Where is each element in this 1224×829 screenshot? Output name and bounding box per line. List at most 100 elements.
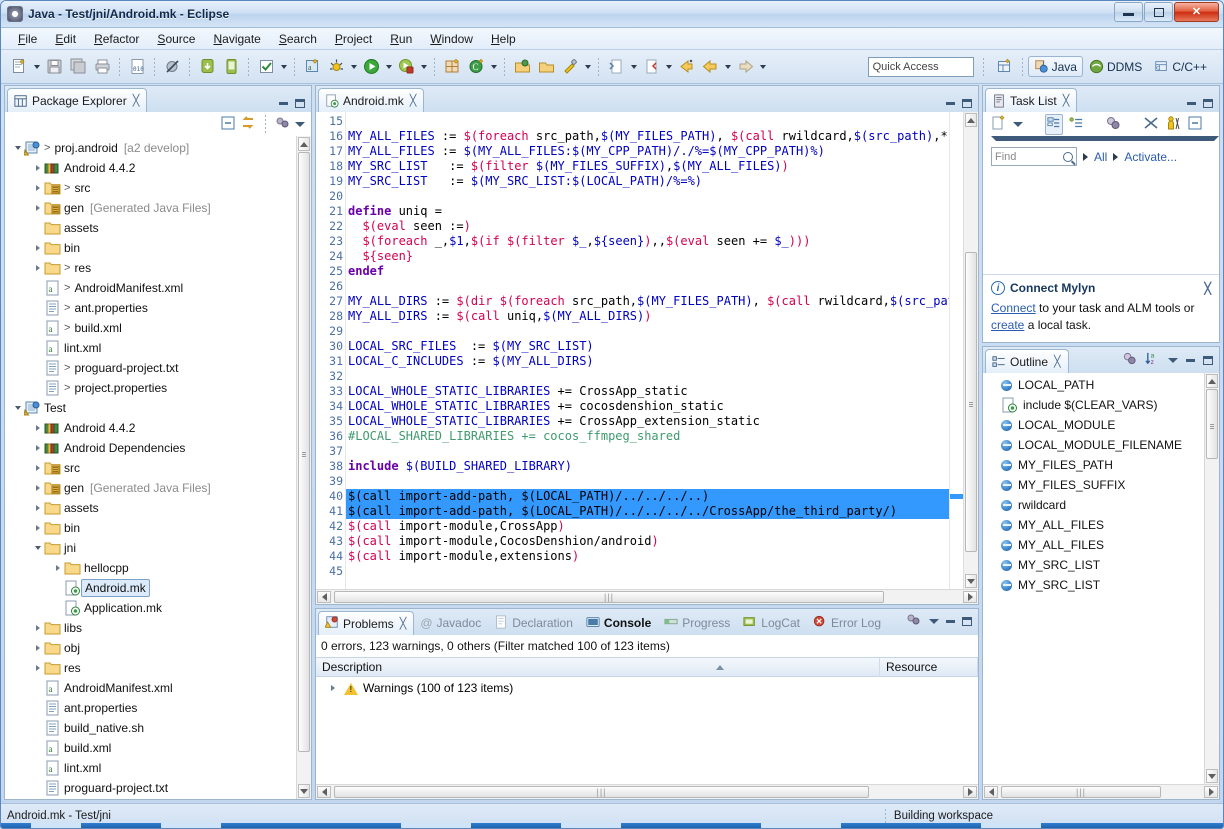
tree-item-assets[interactable]: assets: [5, 218, 311, 238]
tab-android-mk[interactable]: Android.mk ╳: [318, 88, 424, 112]
scroll-thumb[interactable]: |||: [1001, 786, 1161, 798]
scroll-down-icon[interactable]: [1206, 769, 1218, 783]
menu-project[interactable]: Project: [326, 30, 381, 48]
code-line[interactable]: MY_SRC_LIST := $(filter $(MY_FILES_SUFFI…: [346, 159, 949, 174]
menu-navigate[interactable]: Navigate: [204, 30, 269, 48]
mylyn-create-link[interactable]: create: [991, 318, 1024, 332]
code-line[interactable]: ${seen}: [346, 249, 949, 264]
minimize-button[interactable]: [1114, 2, 1143, 22]
scroll-up-icon[interactable]: [965, 113, 977, 127]
new-android-project-icon[interactable]: a: [301, 56, 323, 78]
code-line[interactable]: LOCAL_C_INCLUDES := $(MY_ALL_DIRS): [346, 354, 949, 369]
problems-horizontal-scrollbar[interactable]: |||: [316, 784, 978, 799]
scroll-right-icon[interactable]: [1204, 786, 1218, 798]
close-icon[interactable]: ╳: [410, 94, 417, 107]
menu-window[interactable]: Window: [421, 30, 482, 48]
open-perspective-icon[interactable]: [994, 56, 1016, 78]
back-icon[interactable]: [699, 56, 721, 78]
filter-completed-icon[interactable]: [1143, 115, 1159, 134]
code-line[interactable]: MY_ALL_FILES := $(MY_ALL_FILES:$(MY_CPP_…: [346, 144, 949, 159]
code-line[interactable]: LOCAL_WHOLE_STATIC_LIBRARIES += cocosden…: [346, 399, 949, 414]
tree-item-project-properties[interactable]: >project.properties: [5, 378, 311, 398]
minimize-icon[interactable]: [946, 620, 955, 623]
last-edit-location-icon[interactable]: [675, 56, 697, 78]
outline-item[interactable]: MY_SRC_LIST: [983, 575, 1219, 595]
code-line[interactable]: $(call import-add-path, $(LOCAL_PATH)/..…: [346, 504, 949, 519]
tab-declaration[interactable]: Declaration: [488, 611, 580, 635]
twisty-icon[interactable]: [31, 465, 44, 471]
search-icon[interactable]: [559, 56, 581, 78]
tree-item-androidmanifest-xml[interactable]: aAndroidManifest.xml: [5, 678, 311, 698]
scroll-up-icon[interactable]: [1206, 374, 1218, 388]
forward-dropdown-icon[interactable]: [757, 56, 768, 78]
debug-dropdown-icon[interactable]: [348, 56, 359, 78]
code-line[interactable]: [346, 564, 949, 579]
scroll-thumb[interactable]: [965, 252, 977, 552]
maximize-icon[interactable]: [962, 617, 972, 626]
code-line[interactable]: include $(BUILD_SHARED_LIBRARY): [346, 459, 949, 474]
code-line[interactable]: [346, 324, 949, 339]
scroll-up-icon[interactable]: [298, 137, 310, 151]
previous-annotation-dropdown-icon[interactable]: [663, 56, 674, 78]
view-menu-chevron-icon[interactable]: [1168, 358, 1178, 363]
tree-item-obj[interactable]: obj: [5, 638, 311, 658]
maximize-button[interactable]: [1144, 2, 1173, 22]
focus-on-workweek-icon[interactable]: [1105, 115, 1121, 134]
tab-console[interactable]: Console: [580, 611, 658, 635]
filter-expand-icon[interactable]: [1083, 153, 1088, 161]
editor-horizontal-scrollbar[interactable]: |||: [316, 589, 978, 604]
collapse-all-icon[interactable]: [1187, 115, 1203, 134]
twisty-icon[interactable]: [31, 625, 44, 631]
activate-expand-icon[interactable]: [1113, 153, 1118, 161]
code-line[interactable]: $(foreach _,$1,$(if $(filter $_,${seen})…: [346, 234, 949, 249]
code-line[interactable]: MY_ALL_DIRS := $(call uniq,$(MY_ALL_DIRS…: [346, 309, 949, 324]
scroll-left-icon[interactable]: [984, 786, 998, 798]
categorized-presentation-icon[interactable]: [1045, 114, 1063, 135]
outline-item[interactable]: MY_FILES_SUFFIX: [983, 475, 1219, 495]
twisty-icon[interactable]: [31, 205, 44, 211]
filter-all-label[interactable]: All: [1094, 150, 1107, 164]
tree-item-android-mk[interactable]: Android.mk: [5, 578, 311, 598]
minimize-icon[interactable]: [1187, 102, 1196, 105]
hex-editor-icon[interactable]: 010: [126, 56, 148, 78]
outline-item[interactable]: LOCAL_MODULE_FILENAME: [983, 435, 1219, 455]
scroll-thumb[interactable]: |||: [334, 786, 869, 798]
menu-search[interactable]: Search: [270, 30, 326, 48]
run-dropdown-icon[interactable]: [383, 56, 394, 78]
tree-item-lint-xml[interactable]: alint.xml: [5, 338, 311, 358]
table-row[interactable]: Warnings (100 of 123 items): [316, 677, 978, 699]
twisty-icon[interactable]: [31, 525, 44, 531]
menu-run[interactable]: Run: [381, 30, 421, 48]
next-annotation-dropdown-icon[interactable]: [628, 56, 639, 78]
link-with-editor-icon[interactable]: [240, 115, 256, 134]
tree-item-proguard-project-txt[interactable]: >proguard-project.txt: [5, 358, 311, 378]
collapse-all-icon[interactable]: [220, 115, 236, 134]
package-explorer-scrollbar[interactable]: [296, 136, 311, 799]
perspective-cpp[interactable]: C C/C++: [1148, 56, 1213, 77]
code-line[interactable]: [346, 444, 949, 459]
open-type-icon[interactable]: [511, 56, 533, 78]
new-task-dropdown-icon[interactable]: [1013, 122, 1023, 127]
tree-item-proguard-project-txt[interactable]: proguard-project.txt: [5, 778, 311, 798]
new-java-package-icon[interactable]: [441, 56, 463, 78]
view-menu-chevron-icon[interactable]: [929, 619, 939, 624]
code-line[interactable]: $(call import-module,CocosDenshion/andro…: [346, 534, 949, 549]
code-line[interactable]: MY_ALL_DIRS := $(dir $(foreach src_path,…: [346, 294, 949, 309]
debug-icon[interactable]: [325, 56, 347, 78]
forward-icon[interactable]: [734, 56, 756, 78]
new-class-icon[interactable]: C: [465, 56, 487, 78]
tree-item-res[interactable]: res: [5, 658, 311, 678]
search-dropdown-icon[interactable]: [582, 56, 593, 78]
mylyn-connect-link[interactable]: Connect: [991, 301, 1036, 315]
code-line[interactable]: [346, 474, 949, 489]
outline-tree[interactable]: LOCAL_PATHinclude $(CLEAR_VARS)LOCAL_MOD…: [983, 373, 1219, 595]
view-menu-chevron-icon[interactable]: [295, 122, 305, 127]
menu-edit[interactable]: Edit: [46, 30, 85, 48]
save-all-icon[interactable]: [67, 56, 89, 78]
scroll-right-icon[interactable]: [963, 786, 977, 798]
maximize-icon[interactable]: [1203, 356, 1213, 365]
menu-source[interactable]: Source: [148, 30, 204, 48]
code-line[interactable]: $(eval seen :=): [346, 219, 949, 234]
code-line[interactable]: LOCAL_WHOLE_STATIC_LIBRARIES += CrossApp…: [346, 384, 949, 399]
twisty-icon[interactable]: [31, 425, 44, 431]
